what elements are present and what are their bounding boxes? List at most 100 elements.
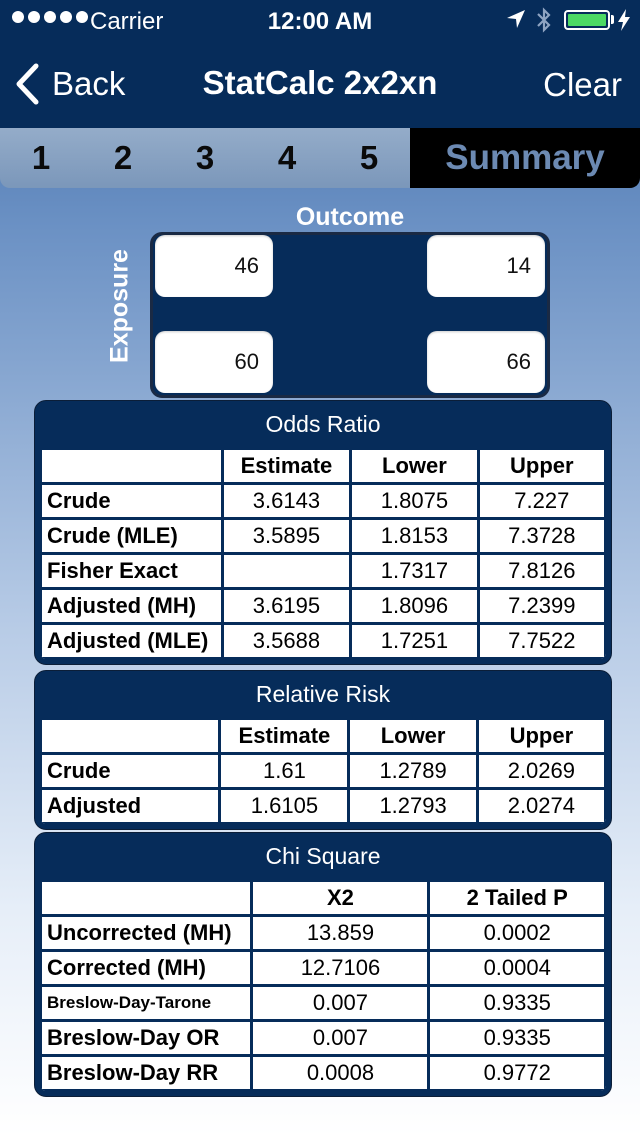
tab-summary[interactable]: Summary bbox=[410, 128, 640, 188]
lower-value: 1.2793 bbox=[347, 787, 479, 825]
lower-value: 1.2789 bbox=[347, 752, 479, 790]
tab-5[interactable]: 5 bbox=[328, 139, 410, 177]
tab-3[interactable]: 3 bbox=[164, 139, 246, 177]
header-cell bbox=[39, 879, 254, 917]
tab-strip: 1 2 3 4 5 bbox=[0, 128, 410, 188]
charging-bolt-icon bbox=[618, 9, 630, 31]
header-lower: Lower bbox=[347, 717, 479, 755]
header-estimate: Estimate bbox=[218, 717, 351, 755]
table-row: Breslow-Day OR 0.007 0.9335 bbox=[39, 1019, 607, 1057]
tab-1[interactable]: 1 bbox=[0, 139, 82, 177]
bluetooth-icon bbox=[537, 7, 551, 33]
table-row: Fisher Exact 1.7317 7.8126 bbox=[39, 552, 607, 590]
tab-4[interactable]: 4 bbox=[246, 139, 328, 177]
header-cell bbox=[39, 447, 224, 485]
chi-square-table: X2 2 Tailed P Uncorrected (MH) 13.859 0.… bbox=[39, 879, 607, 1092]
relative-risk-table: Estimate Lower Upper Crude 1.61 1.2789 2… bbox=[39, 717, 607, 825]
odds-ratio-panel: Odds Ratio Estimate Lower Upper Crude 3.… bbox=[34, 400, 612, 665]
x2-value: 0.007 bbox=[250, 1019, 431, 1057]
row-label: Crude (MLE) bbox=[39, 517, 224, 555]
header-lower: Lower bbox=[349, 447, 480, 485]
row-label: Adjusted bbox=[39, 787, 222, 825]
p-value: 0.9335 bbox=[427, 984, 607, 1022]
exposure-label: Exposure bbox=[105, 249, 134, 363]
row-label: Adjusted (MLE) bbox=[39, 622, 224, 660]
table-header-row: X2 2 Tailed P bbox=[39, 879, 607, 917]
upper-value: 7.3728 bbox=[476, 517, 607, 555]
upper-value: 7.8126 bbox=[476, 552, 607, 590]
header-upper: Upper bbox=[475, 717, 607, 755]
table-header-row: Estimate Lower Upper bbox=[39, 447, 607, 485]
row-label: Fisher Exact bbox=[39, 552, 224, 590]
table-row: Crude (MLE) 3.5895 1.8153 7.3728 bbox=[39, 517, 607, 555]
header-x2: X2 bbox=[250, 879, 431, 917]
p-value: 0.9335 bbox=[427, 1019, 607, 1057]
table-row: Crude 1.61 1.2789 2.0269 bbox=[39, 752, 607, 790]
cell-c-input[interactable]: 60 bbox=[155, 331, 273, 393]
lower-value: 1.7317 bbox=[349, 552, 480, 590]
lower-value: 1.8075 bbox=[349, 482, 480, 520]
battery-tip bbox=[611, 15, 614, 24]
upper-value: 2.0269 bbox=[475, 752, 607, 790]
x2-value: 0.007 bbox=[250, 984, 431, 1022]
table-row: Adjusted 1.6105 1.2793 2.0274 bbox=[39, 787, 607, 825]
estimate-value: 3.5895 bbox=[220, 517, 353, 555]
relative-risk-title: Relative Risk bbox=[255, 681, 391, 707]
row-label: Breslow-Day OR bbox=[39, 1019, 254, 1057]
navigation-bar: Back StatCalc 2x2xn Clear bbox=[0, 40, 640, 128]
odds-ratio-title: Odds Ratio bbox=[265, 411, 381, 437]
clear-button[interactable]: Clear bbox=[543, 66, 622, 104]
lower-value: 1.7251 bbox=[349, 622, 480, 660]
estimate-value bbox=[220, 552, 353, 590]
outcome-label: Outcome bbox=[295, 203, 405, 231]
estimate-value: 1.6105 bbox=[218, 787, 351, 825]
lower-value: 1.8096 bbox=[349, 587, 480, 625]
table-row: Corrected (MH) 12.7106 0.0004 bbox=[39, 949, 607, 987]
estimate-value: 3.6195 bbox=[220, 587, 353, 625]
header-p: 2 Tailed P bbox=[427, 879, 607, 917]
relative-risk-panel: Relative Risk Estimate Lower Upper Crude… bbox=[34, 670, 612, 830]
table-row: Adjusted (MLE) 3.5688 1.7251 7.7522 bbox=[39, 622, 607, 660]
battery-icon bbox=[564, 10, 610, 30]
x2-value: 13.859 bbox=[250, 914, 431, 952]
header-cell bbox=[39, 717, 222, 755]
cell-b-input[interactable]: 14 bbox=[427, 235, 545, 297]
stratum-tabs: 1 2 3 4 5 Summary bbox=[0, 128, 640, 188]
location-arrow-icon bbox=[507, 10, 525, 28]
lower-value: 1.8153 bbox=[349, 517, 480, 555]
estimate-value: 3.6143 bbox=[220, 482, 353, 520]
cell-d-input[interactable]: 66 bbox=[427, 331, 545, 393]
row-label: Adjusted (MH) bbox=[39, 587, 224, 625]
upper-value: 2.0274 bbox=[475, 787, 607, 825]
header-upper: Upper bbox=[476, 447, 607, 485]
odds-ratio-table: Estimate Lower Upper Crude 3.6143 1.8075… bbox=[39, 447, 607, 660]
row-label: Uncorrected (MH) bbox=[39, 914, 254, 952]
upper-value: 7.227 bbox=[476, 482, 607, 520]
cell-a-input[interactable]: 46 bbox=[155, 235, 273, 297]
two-by-two-grid: 46 14 60 66 bbox=[150, 232, 550, 398]
row-label: Crude bbox=[39, 482, 224, 520]
tab-2[interactable]: 2 bbox=[82, 139, 164, 177]
estimate-value: 3.5688 bbox=[220, 622, 353, 660]
x2-value: 0.0008 bbox=[250, 1054, 431, 1092]
table-row: Breslow-Day-Tarone 0.007 0.9335 bbox=[39, 984, 607, 1022]
header-estimate: Estimate bbox=[220, 447, 353, 485]
row-label: Corrected (MH) bbox=[39, 949, 254, 987]
status-bar: Carrier 12:00 AM bbox=[0, 0, 640, 40]
table-header-row: Estimate Lower Upper bbox=[39, 717, 607, 755]
chi-square-panel: Chi Square X2 2 Tailed P Uncorrected (MH… bbox=[34, 832, 612, 1097]
estimate-value: 1.61 bbox=[218, 752, 351, 790]
header: Carrier 12:00 AM Back StatCalc 2x2xn Cle… bbox=[0, 0, 640, 128]
table-row: Uncorrected (MH) 13.859 0.0002 bbox=[39, 914, 607, 952]
chi-square-title: Chi Square bbox=[265, 843, 381, 869]
row-label: Breslow-Day RR bbox=[39, 1054, 254, 1092]
p-value: 0.0004 bbox=[427, 949, 607, 987]
upper-value: 7.2399 bbox=[476, 587, 607, 625]
table-row: Crude 3.6143 1.8075 7.227 bbox=[39, 482, 607, 520]
upper-value: 7.7522 bbox=[476, 622, 607, 660]
row-label: Breslow-Day-Tarone bbox=[39, 984, 254, 1022]
table-row: Adjusted (MH) 3.6195 1.8096 7.2399 bbox=[39, 587, 607, 625]
p-value: 0.0002 bbox=[427, 914, 607, 952]
p-value: 0.9772 bbox=[427, 1054, 607, 1092]
x2-value: 12.7106 bbox=[250, 949, 431, 987]
